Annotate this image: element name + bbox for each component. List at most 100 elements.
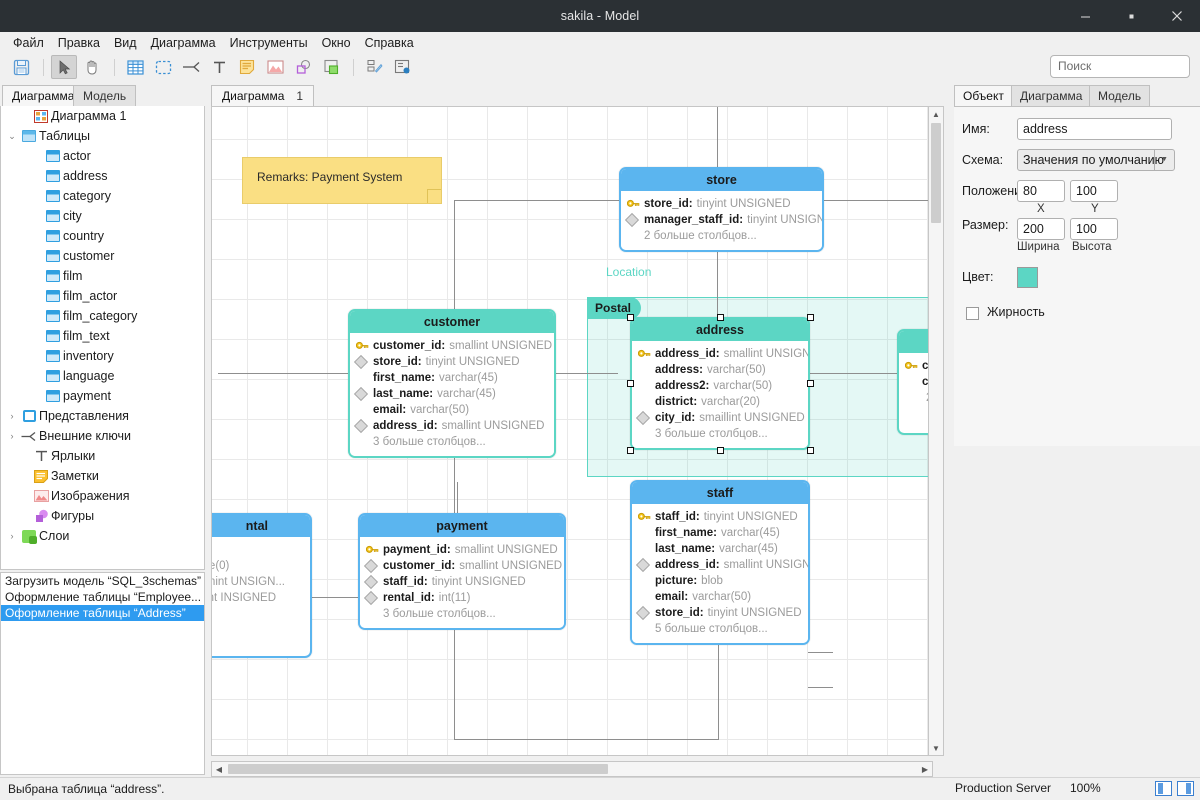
object-tree[interactable]: Диаграмма 1⌄Таблицыactoraddresscategoryc… xyxy=(0,106,205,570)
color-swatch[interactable] xyxy=(1017,267,1038,288)
size-label: Размер: xyxy=(962,218,1008,232)
tree-item--[interactable]: Заметки xyxy=(1,466,204,486)
tree-item-payment[interactable]: payment xyxy=(1,386,204,406)
diagram-table-payment[interactable]: paymentpayment_id:smallint UNSIGNEDcusto… xyxy=(358,513,566,630)
table-field: s... xyxy=(211,606,310,622)
twisty-collapsed-icon[interactable]: › xyxy=(5,431,19,441)
shape-icon[interactable] xyxy=(290,55,316,79)
tree-item-inventory[interactable]: inventory xyxy=(1,346,204,366)
relation-icon[interactable] xyxy=(178,55,204,79)
text-icon[interactable] xyxy=(206,55,232,79)
tree-item-actor[interactable]: actor xyxy=(1,146,204,166)
maximize-button[interactable] xyxy=(1108,0,1154,32)
diagram-table-clipped[interactable]: ntal)tetime(0)ediumint UNSIGN...mallint … xyxy=(211,513,312,658)
scroll-down-arrow[interactable]: ▼ xyxy=(929,741,943,755)
menu-view[interactable]: Вид xyxy=(107,34,144,52)
tree-item-film[interactable]: film xyxy=(1,266,204,286)
twisty-expanded-icon[interactable]: ⌄ xyxy=(5,131,19,142)
note-icon[interactable] xyxy=(234,55,260,79)
tree-item-customer[interactable]: customer xyxy=(1,246,204,266)
more-columns-label: 5 больше столбцов... xyxy=(632,621,808,637)
selection-handle[interactable] xyxy=(717,447,724,454)
tree-item-category[interactable]: category xyxy=(1,186,204,206)
tree-item--[interactable]: ›Представления xyxy=(1,406,204,426)
selection-handle[interactable] xyxy=(627,314,634,321)
tree-item-film_category[interactable]: film_category xyxy=(1,306,204,326)
image-icon[interactable] xyxy=(262,55,288,79)
selection-handle[interactable] xyxy=(807,380,814,387)
save-icon[interactable] xyxy=(8,55,34,79)
scroll-up-arrow[interactable]: ▲ xyxy=(929,107,943,121)
layer-icon[interactable] xyxy=(318,55,344,79)
bold-checkbox[interactable] xyxy=(966,307,979,320)
menu-window[interactable]: Окно xyxy=(315,34,358,52)
diagram-canvas[interactable]: Postal Location Remarks xyxy=(211,106,933,756)
table-field: tetime(0) xyxy=(211,558,310,574)
tree-item-film_text[interactable]: film_text xyxy=(1,326,204,346)
selection-handle[interactable] xyxy=(807,314,814,321)
toggle-left-dock-button[interactable] xyxy=(1155,781,1172,796)
select-arrow-icon[interactable] xyxy=(51,55,77,79)
menu-tools[interactable]: Инструменты xyxy=(223,34,315,52)
right-tab-diagram[interactable]: Диаграмма xyxy=(1011,85,1091,107)
shape-icon xyxy=(31,509,51,523)
close-button[interactable] xyxy=(1154,0,1200,32)
tree-item--[interactable]: ⌄Таблицы xyxy=(1,126,204,146)
menu-edit[interactable]: Правка xyxy=(51,34,107,52)
tree-item--[interactable]: ›Слои xyxy=(1,526,204,546)
right-tab-model[interactable]: Модель xyxy=(1089,85,1150,107)
diagram-tab-1[interactable]: Диаграмма1 xyxy=(211,85,314,107)
left-tab-model[interactable]: Модель xyxy=(73,85,136,107)
tree-item--[interactable]: Ярлыки xyxy=(1,446,204,466)
selection-handle[interactable] xyxy=(627,380,634,387)
tree-item--[interactable]: Изображения xyxy=(1,486,204,506)
twisty-collapsed-icon[interactable]: › xyxy=(5,411,19,421)
tree-item-country[interactable]: country xyxy=(1,226,204,246)
field-type: tinyint UNSIGNED xyxy=(432,574,526,590)
size-height-field[interactable]: 100 xyxy=(1070,218,1118,240)
field-type: tinyint UNSIGNED xyxy=(747,212,824,228)
history-log-list[interactable]: Загрузить модель “SQL_3schemas”Оформлени… xyxy=(0,572,205,775)
tree-item-city[interactable]: city xyxy=(1,206,204,226)
model-settings-icon[interactable] xyxy=(389,55,415,79)
primary-key-icon xyxy=(627,199,644,210)
model-script-icon[interactable] xyxy=(361,55,387,79)
history-log-item[interactable]: Оформление таблицы “Employee... xyxy=(1,589,204,605)
menu-help[interactable]: Справка xyxy=(358,34,421,52)
toggle-right-dock-button[interactable] xyxy=(1177,781,1194,796)
tree-item-film_actor[interactable]: film_actor xyxy=(1,286,204,306)
tree-item-address[interactable]: address xyxy=(1,166,204,186)
tree-item--[interactable]: Диаграмма 1 xyxy=(1,106,204,126)
container-icon[interactable] xyxy=(150,55,176,79)
twisty-collapsed-icon[interactable]: › xyxy=(5,531,19,541)
minimize-button[interactable] xyxy=(1062,0,1108,32)
position-y-field[interactable]: 100 xyxy=(1070,180,1118,202)
history-log-item[interactable]: Загрузить модель “SQL_3schemas” xyxy=(1,573,204,589)
tree-item--[interactable]: ›Внешние ключи xyxy=(1,426,204,446)
note-remarks[interactable]: Remarks: Payment System xyxy=(242,157,442,204)
search-input[interactable]: Поиск xyxy=(1050,55,1190,78)
diagram-table-address[interactable]: addressaddress_id:smallint UNSIGNEDaddre… xyxy=(630,317,810,450)
diagram-table-staff[interactable]: staffstaff_id:tinyint UNSIGNEDfirst_name… xyxy=(630,480,810,645)
canvas-horizontal-scrollbar[interactable]: ◀ ▶ xyxy=(211,761,933,777)
name-field[interactable]: address xyxy=(1017,118,1172,140)
diagram-table-customer[interactable]: customercustomer_id:smallint UNSIGNEDsto… xyxy=(348,309,556,458)
tree-item-language[interactable]: language xyxy=(1,366,204,386)
size-width-field[interactable]: 200 xyxy=(1017,218,1065,240)
history-log-item[interactable]: Оформление таблицы “Address” xyxy=(1,605,204,621)
right-tab-object[interactable]: Объект xyxy=(954,85,1013,107)
diagram-table-store[interactable]: storestore_id:tinyint UNSIGNEDmanager_st… xyxy=(619,167,824,252)
position-x-field[interactable]: 80 xyxy=(1017,180,1065,202)
schema-select[interactable]: Значения по умолчанию ▼ xyxy=(1017,149,1175,171)
selection-handle[interactable] xyxy=(807,447,814,454)
pan-hand-icon[interactable] xyxy=(79,55,105,79)
menu-diagram[interactable]: Диаграмма xyxy=(144,34,223,52)
scroll-right-arrow[interactable]: ▶ xyxy=(918,762,932,776)
tree-item--[interactable]: Фигуры xyxy=(1,506,204,526)
canvas-vertical-scrollbar[interactable]: ▲ ▼ xyxy=(928,106,944,756)
menu-file[interactable]: Файл xyxy=(6,34,51,52)
selection-handle[interactable] xyxy=(717,314,724,321)
table-icon[interactable] xyxy=(122,55,148,79)
scroll-left-arrow[interactable]: ◀ xyxy=(212,762,226,776)
selection-handle[interactable] xyxy=(627,447,634,454)
